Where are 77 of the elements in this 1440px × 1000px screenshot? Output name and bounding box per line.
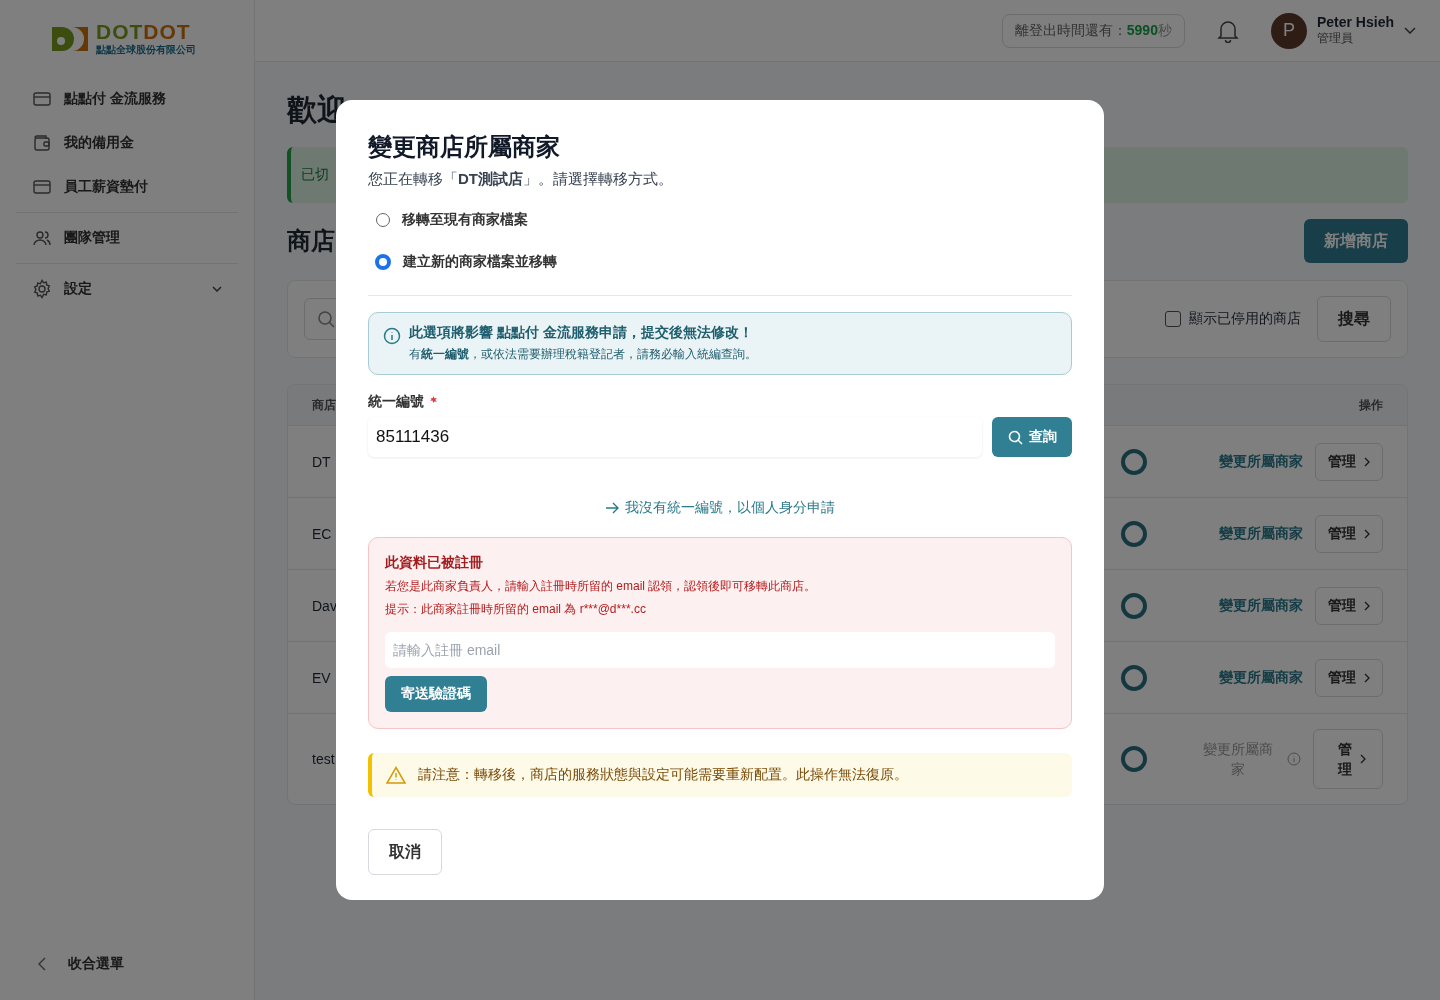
store-name: Dav — [312, 597, 338, 614]
bell-icon[interactable] — [1216, 18, 1239, 43]
status-ring-icon — [1119, 518, 1149, 549]
chevron-right-icon — [1364, 600, 1370, 611]
team-icon — [32, 228, 52, 248]
manage-button[interactable]: 管理 — [1313, 729, 1383, 789]
status-ring-icon — [1119, 662, 1149, 693]
search-button[interactable]: 搜尋 — [1317, 296, 1391, 342]
field-label: 統一編號 — [368, 393, 424, 411]
email-field[interactable]: 請輸入註冊 email — [385, 632, 1055, 668]
logo-drawing — [52, 25, 90, 53]
change-merchant-link[interactable]: 變更所屬商家 — [1219, 452, 1303, 471]
modal-title: 變更商店所屬商家 — [368, 132, 561, 162]
error-title: 此資料已被註冊 — [385, 554, 483, 572]
radio-button[interactable] — [375, 254, 391, 270]
search-icon — [1007, 429, 1023, 445]
tax-id-field[interactable]: 85111436 — [368, 417, 982, 457]
error-text: 若您是此商家負責人，請輸入註冊時所留的 email 認領，認領後即可移轉此商店。 — [385, 578, 817, 595]
chevron-icon — [212, 286, 222, 292]
change-merchant-link[interactable]: 變更所屬商家 — [1219, 524, 1303, 543]
chevron-icon[interactable] — [1404, 27, 1416, 34]
warning-text: 請注意：轉移後，商店的服務狀態與設定可能需要重新配置。此操作無法復原。 — [418, 766, 908, 784]
settings-icon — [32, 279, 52, 299]
info-title: 此選項將影響 點點付 金流服務申請，提交後無法修改！ — [409, 324, 754, 342]
change-merchant-link[interactable]: 變更所屬商家 — [1219, 668, 1303, 687]
sidebar-item[interactable]: 點點付 金流服務 — [16, 77, 238, 121]
user-name: Peter Hsieh — [1316, 14, 1394, 30]
store-name: test — [312, 751, 336, 767]
cancel-button[interactable]: 取消 — [368, 829, 442, 875]
manage-button[interactable]: 管理 — [1315, 442, 1383, 481]
info-icon — [383, 327, 401, 345]
status-ring-icon — [1119, 744, 1149, 774]
user-role: 管理員 — [1316, 30, 1354, 47]
add-store-button[interactable]: 新增商店 — [1304, 219, 1408, 263]
logo-subtitle: 點點全球股份有限公司 — [96, 43, 196, 57]
checkbox[interactable] — [1165, 311, 1181, 327]
chevron-right-icon — [1360, 754, 1366, 764]
manage-button[interactable]: 管理 — [1315, 514, 1383, 553]
status-ring-icon — [1119, 590, 1149, 621]
status-ring-icon — [1119, 446, 1149, 477]
search-icon — [317, 310, 335, 328]
info-icon — [1287, 752, 1301, 766]
chevron-right-icon — [1364, 528, 1370, 539]
avatar[interactable]: P — [1270, 12, 1307, 49]
error-text: 提示：此商家註冊時所留的 email 為 r***@d***.cc — [385, 601, 646, 618]
checkbox-label: 顯示已停用的商店 — [1189, 310, 1301, 328]
store-name: EC — [312, 525, 333, 542]
sidebar-item[interactable]: 設定 — [16, 267, 238, 311]
logo-wordmark: DOTDOT — [96, 21, 192, 43]
manage-button[interactable]: 管理 — [1315, 658, 1383, 697]
column-header: 操作 — [1359, 396, 1383, 414]
sidebar-item[interactable]: 我的備用金 — [16, 121, 238, 165]
card-icon — [32, 89, 52, 109]
modal-subtitle: 您正在轉移「DT測試店」。請選擇轉移方式。 — [368, 170, 674, 189]
send-code-button[interactable]: 寄送驗證碼 — [385, 676, 487, 712]
sidebar-item[interactable]: 團隊管理 — [16, 216, 238, 260]
store-name: DT — [312, 453, 332, 470]
store-name: EV — [312, 669, 332, 686]
warning-icon — [386, 766, 406, 784]
radio-label: 建立新的商家檔案並移轉 — [403, 253, 557, 271]
collapse-menu-button[interactable]: 收合選單 — [16, 952, 238, 976]
chevron-right-icon — [1364, 456, 1370, 467]
change-merchant-link[interactable]: 變更所屬商家 — [1219, 596, 1303, 615]
info-text: 有統一編號，或依法需要辦理稅籍登記者，請務必輸入統編查詢。 — [409, 346, 757, 363]
section-title: 商店 — [287, 226, 335, 256]
personal-apply-link[interactable]: 我沒有統一編號，以個人身分申請 — [605, 499, 835, 517]
card-icon — [32, 177, 52, 197]
radio-label: 移轉至現有商家檔案 — [402, 211, 528, 229]
wallet-icon — [32, 133, 52, 153]
arrow-right-icon — [605, 502, 619, 514]
notice-text: 已切 — [301, 166, 329, 184]
column-header: 商店 — [312, 396, 336, 414]
sidebar-item[interactable]: 員工薪資墊付 — [16, 165, 238, 209]
manage-button[interactable]: 管理 — [1315, 586, 1383, 625]
chevron-right-icon — [1364, 672, 1370, 683]
query-button[interactable]: 查詢 — [992, 417, 1072, 457]
chevron-left-icon — [38, 957, 46, 971]
